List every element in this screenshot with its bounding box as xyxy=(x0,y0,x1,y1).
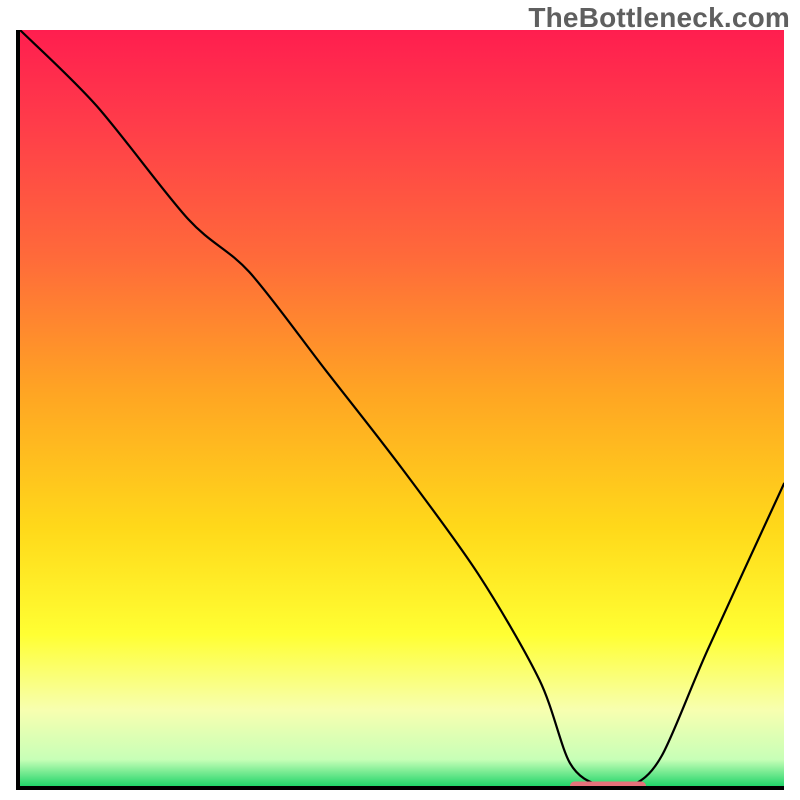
curve-layer xyxy=(20,30,784,786)
bottleneck-curve-line xyxy=(20,30,784,786)
plot-area xyxy=(16,30,784,790)
watermark-text: TheBottleneck.com xyxy=(528,2,790,34)
optimal-range-marker xyxy=(570,782,646,791)
bottleneck-chart: TheBottleneck.com xyxy=(0,0,800,800)
